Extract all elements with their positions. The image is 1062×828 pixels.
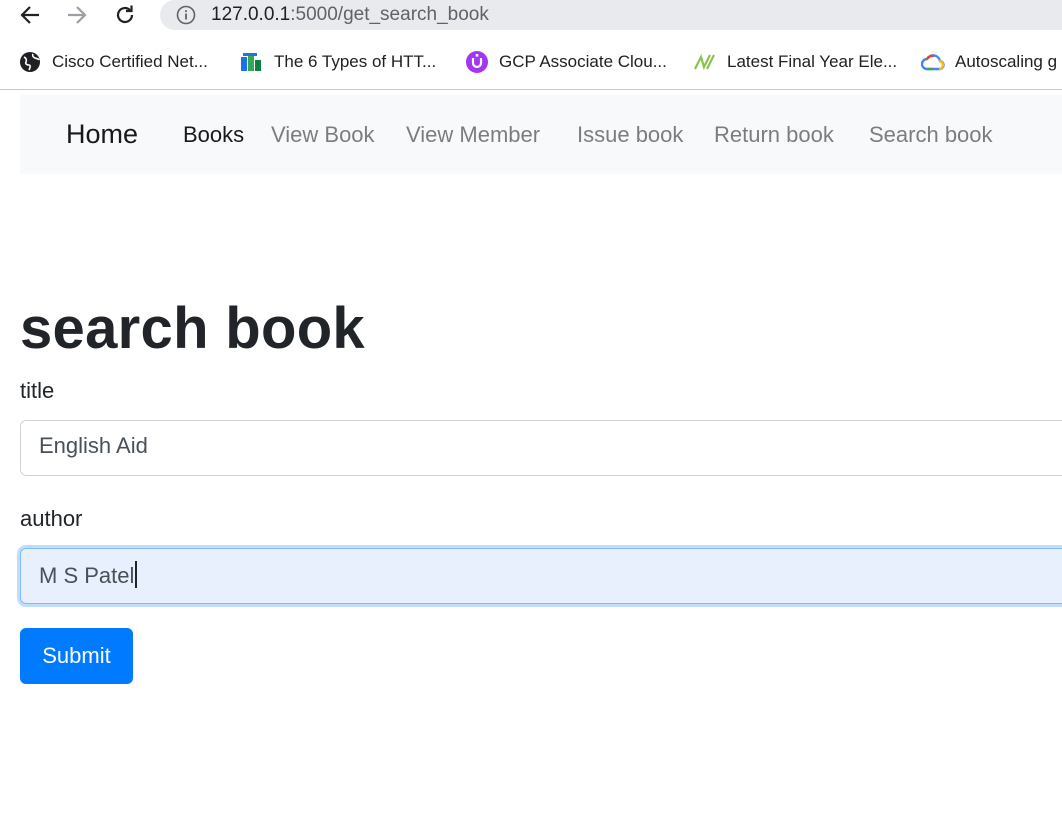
bookmark-http-types[interactable]: The 6 Types of HTT... xyxy=(240,48,436,76)
green-n-icon xyxy=(693,50,717,74)
title-input-value: English Aid xyxy=(39,433,148,458)
bookmark-label: Latest Final Year Ele... xyxy=(727,52,898,71)
nav-link-issue-book[interactable]: Issue book xyxy=(577,122,683,148)
google-cloud-icon xyxy=(921,50,945,74)
author-input-value: M S Patel xyxy=(39,563,135,588)
info-icon[interactable] xyxy=(176,5,196,25)
purple-u-icon xyxy=(465,50,489,74)
reload-icon[interactable] xyxy=(112,2,138,28)
title-label: title xyxy=(20,378,55,403)
forward-arrow-icon[interactable] xyxy=(64,2,90,28)
bars-logo-icon xyxy=(240,50,264,74)
title-input[interactable]: English Aid xyxy=(20,420,1062,476)
bookmark-cisco[interactable]: Cisco Certified Net... xyxy=(18,48,208,76)
author-label: author xyxy=(20,506,83,531)
text-cursor xyxy=(135,561,137,588)
bookmark-label: Cisco Certified Net... xyxy=(52,52,208,71)
globe-icon xyxy=(18,50,42,74)
nav-link-view-book[interactable]: View Book xyxy=(271,122,375,148)
address-bar[interactable]: 127.0.0.1:5000/get_search_book xyxy=(160,0,1062,30)
back-arrow-icon[interactable] xyxy=(17,2,43,28)
author-input[interactable]: M S Patel xyxy=(20,548,1062,604)
site-navbar: Home Books View Book View Member Issue b… xyxy=(20,95,1062,174)
bookmark-autoscaling[interactable]: Autoscaling g xyxy=(921,48,1057,76)
bookmark-label: The 6 Types of HTT... xyxy=(274,52,437,71)
nav-link-books[interactable]: Books xyxy=(183,122,244,148)
submit-button[interactable]: Submit xyxy=(20,628,133,684)
page-title: search book xyxy=(20,296,365,361)
address-url: 127.0.0.1:5000/get_search_book xyxy=(211,4,489,26)
bookmark-label: Autoscaling g xyxy=(955,52,1058,71)
url-path: :5000/get_search_book xyxy=(290,4,489,25)
bookmarks-bar: Cisco Certified Net... The 6 Types of HT… xyxy=(0,44,1062,80)
nav-link-search-book[interactable]: Search book xyxy=(869,122,993,148)
url-host: 127.0.0.1 xyxy=(211,4,291,25)
bookmark-label: GCP Associate Clou... xyxy=(499,52,667,71)
bookmark-final-year[interactable]: Latest Final Year Ele... xyxy=(693,48,897,76)
nav-link-return-book[interactable]: Return book xyxy=(714,122,834,148)
bookmark-gcp[interactable]: GCP Associate Clou... xyxy=(465,48,667,76)
browser-divider xyxy=(0,89,1062,90)
browser-toolbar: 127.0.0.1:5000/get_search_book xyxy=(0,0,1062,34)
nav-link-view-member[interactable]: View Member xyxy=(406,122,540,148)
navbar-brand-home[interactable]: Home xyxy=(66,119,138,150)
